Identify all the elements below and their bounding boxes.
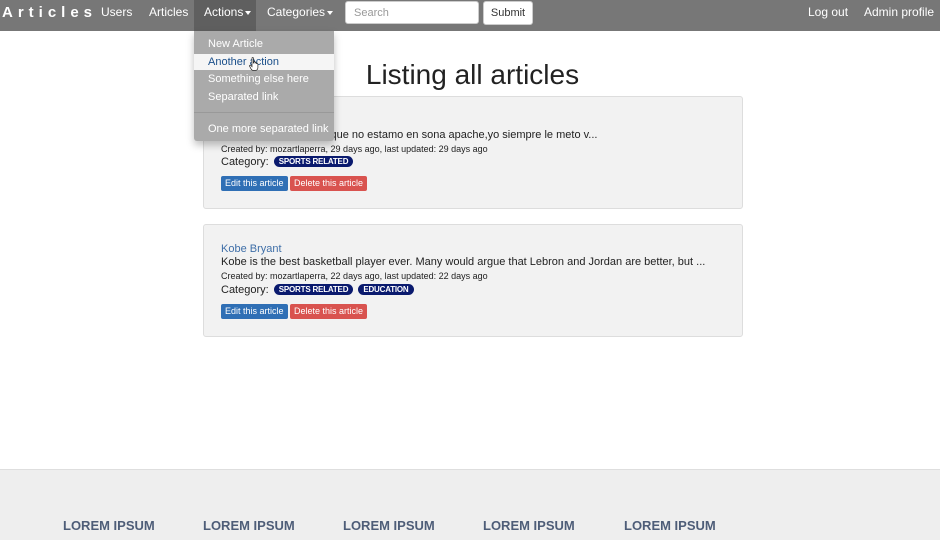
search-input[interactable] bbox=[345, 1, 479, 24]
dropdown-item-something-else[interactable]: Something else here bbox=[194, 71, 334, 87]
article-title-link[interactable]: Kobe Bryant bbox=[221, 243, 282, 255]
nav-categories-dropdown[interactable]: Categories bbox=[267, 0, 334, 31]
article-description: Kobe is the best basketball player ever.… bbox=[221, 256, 706, 268]
dropdown-item-separated-link[interactable]: Separated link bbox=[194, 89, 334, 105]
dropdown-item-new-article[interactable]: New Article bbox=[194, 36, 334, 52]
nav-actions-dropdown[interactable]: Actions bbox=[194, 0, 256, 31]
footer-heading: LOREM IPSUM bbox=[343, 518, 435, 533]
nav-actions-label: Actions bbox=[204, 5, 244, 19]
article-categories: Category: SPORTS RELATED bbox=[221, 156, 354, 168]
brand-logo[interactable]: Articles bbox=[2, 4, 97, 21]
nav-categories-label: Categories bbox=[267, 5, 326, 19]
actions-dropdown-menu: New Article Another action Something els… bbox=[194, 31, 334, 141]
caret-down-icon bbox=[327, 10, 334, 15]
page-title: Listing all articles bbox=[365, 59, 580, 90]
delete-article-button[interactable]: Delete this article bbox=[290, 176, 368, 191]
category-label: Category: bbox=[221, 156, 269, 168]
caret-down-icon bbox=[245, 10, 252, 15]
article-meta: Created by: mozartlaperra, 22 days ago, … bbox=[221, 271, 488, 281]
footer-heading: LOREM IPSUM bbox=[203, 518, 295, 533]
edit-article-button[interactable]: Edit this article bbox=[221, 304, 288, 319]
dropdown-item-one-more-separated-link[interactable]: One more separated link bbox=[194, 121, 334, 137]
dropdown-item-another-action[interactable]: Another action bbox=[194, 54, 334, 70]
category-badge[interactable]: SPORTS RELATED bbox=[273, 284, 354, 295]
footer-heading: LOREM IPSUM bbox=[624, 518, 716, 533]
hand-pointer-cursor-icon bbox=[249, 57, 259, 71]
footer-heading: LOREM IPSUM bbox=[63, 518, 155, 533]
category-badge[interactable]: SPORTS RELATED bbox=[273, 156, 354, 167]
delete-article-button[interactable]: Delete this article bbox=[290, 304, 368, 319]
dropdown-divider bbox=[194, 112, 334, 113]
edit-article-button[interactable]: Edit this article bbox=[221, 176, 288, 191]
nav-admin-profile-label: Admin profile bbox=[864, 5, 935, 19]
nav-users[interactable]: Users bbox=[101, 0, 132, 31]
category-label: Category: bbox=[221, 284, 269, 296]
nav-logout[interactable]: Log out bbox=[808, 0, 848, 31]
article-meta: Created by: mozartlaperra, 29 days ago, … bbox=[221, 144, 488, 154]
nav-articles[interactable]: Articles bbox=[149, 0, 188, 31]
footer-heading: LOREM IPSUM bbox=[483, 518, 575, 533]
page-footer: LOREM IPSUM LOREM IPSUM LOREM IPSUM LORE… bbox=[0, 469, 940, 540]
search-submit-button[interactable]: Submit bbox=[483, 1, 533, 25]
article-categories: Category: SPORTS RELATED EDUCATION bbox=[221, 284, 414, 296]
category-badge[interactable]: EDUCATION bbox=[358, 284, 414, 295]
article-card: Kobe Bryant Kobe is the best basketball … bbox=[203, 224, 743, 337]
nav-admin-profile-dropdown[interactable]: Admin profile bbox=[864, 0, 940, 40]
top-navbar: Articles Users Articles Actions Categori… bbox=[0, 0, 940, 40]
caret-down-icon bbox=[866, 35, 872, 40]
